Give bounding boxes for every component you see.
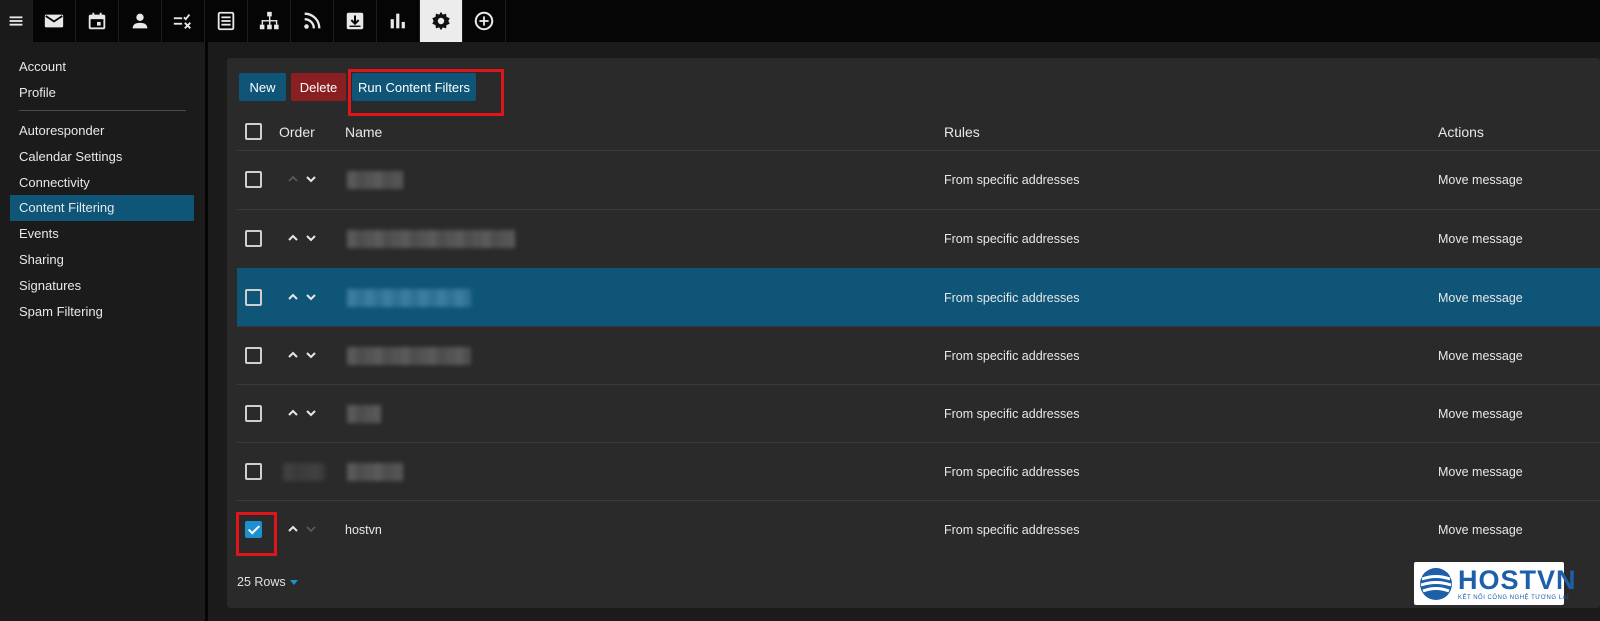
move-up-icon[interactable]	[286, 348, 300, 362]
row-checkbox[interactable]	[245, 171, 262, 188]
rule-cell: From specific addresses	[944, 291, 1080, 305]
sidebar-item-calendar-settings[interactable]: Calendar Settings	[10, 144, 194, 170]
mail-icon[interactable]	[33, 0, 76, 42]
move-up-icon[interactable]	[286, 290, 300, 304]
row-checkbox[interactable]	[245, 347, 262, 364]
content-filter-panel: New Delete Run Content Filters Order Nam…	[227, 58, 1600, 608]
table-row-selected[interactable]: From specific addresses Move message	[237, 268, 1600, 326]
sidebar-item-signatures[interactable]: Signatures	[10, 273, 194, 299]
move-up-icon[interactable]	[286, 406, 300, 420]
sidebar-item-sharing[interactable]: Sharing	[10, 247, 194, 273]
column-header-order[interactable]: Order	[279, 124, 315, 140]
sidebar-item-autoresponder[interactable]: Autoresponder	[10, 118, 194, 144]
sidebar-item-spam-filtering[interactable]: Spam Filtering	[10, 299, 194, 325]
logo-tagline: KẾT NỐI CÔNG NGHỆ TƯƠNG LAI	[1458, 595, 1570, 601]
sidebar-item-connectivity[interactable]: Connectivity	[10, 170, 194, 196]
table-row[interactable]: From specific addresses Move message	[237, 150, 1600, 208]
table-row[interactable]: From specific addresses Move message	[237, 209, 1600, 267]
action-cell: Move message	[1438, 232, 1523, 246]
notes-icon[interactable]	[205, 0, 248, 42]
menu-icon[interactable]	[0, 0, 33, 42]
download-icon[interactable]	[334, 0, 377, 42]
action-cell: Move message	[1438, 173, 1523, 187]
run-content-filters-button[interactable]: Run Content Filters	[352, 73, 476, 101]
calendar-icon[interactable]	[76, 0, 119, 42]
action-cell: Move message	[1438, 407, 1523, 421]
redacted-name	[347, 289, 471, 307]
redacted-name	[347, 463, 403, 481]
column-header-rules[interactable]: Rules	[944, 124, 980, 140]
move-down-icon[interactable]	[304, 231, 318, 245]
move-up-icon[interactable]	[286, 231, 300, 245]
logo-brand: HOSTVN	[1458, 565, 1577, 595]
sidebar-divider	[19, 110, 186, 111]
top-toolbar	[0, 0, 1600, 42]
sidebar-separator	[205, 42, 208, 621]
sidebar-item-events[interactable]: Events	[10, 221, 194, 247]
rule-cell: From specific addresses	[944, 232, 1080, 246]
redacted-name	[347, 347, 471, 365]
rule-cell: From specific addresses	[944, 465, 1080, 479]
column-header-actions: Actions	[1438, 124, 1484, 140]
settings-sidebar: Account Profile Autoresponder Calendar S…	[0, 42, 205, 621]
sitemap-icon[interactable]	[248, 0, 291, 42]
row-checkbox[interactable]	[245, 463, 262, 480]
move-down-icon	[304, 522, 318, 536]
new-button[interactable]: New	[239, 73, 286, 101]
delete-button[interactable]: Delete	[291, 73, 346, 101]
reports-icon[interactable]	[377, 0, 420, 42]
table-row[interactable]: hostvn From specific addresses Move mess…	[237, 500, 1600, 558]
add-circle-icon[interactable]	[463, 0, 506, 42]
caret-down-icon	[289, 580, 298, 586]
rule-cell: From specific addresses	[944, 349, 1080, 363]
redacted-name	[347, 171, 403, 189]
table-row[interactable]: From specific addresses Move message	[237, 384, 1600, 442]
action-cell: Move message	[1438, 465, 1523, 479]
rss-icon[interactable]	[291, 0, 334, 42]
action-cell: Move message	[1438, 523, 1523, 537]
globe-icon	[1420, 568, 1452, 600]
settings-icon[interactable]	[420, 0, 463, 42]
tasks-icon[interactable]	[162, 0, 205, 42]
redacted-order	[283, 463, 325, 481]
move-down-icon[interactable]	[304, 348, 318, 362]
action-cell: Move message	[1438, 291, 1523, 305]
filter-name: hostvn	[345, 523, 382, 537]
redacted-name	[347, 230, 515, 248]
rows-per-page-label: 25 Rows	[237, 575, 286, 589]
rule-cell: From specific addresses	[944, 523, 1080, 537]
column-header-name[interactable]: Name	[345, 124, 382, 140]
action-cell: Move message	[1438, 349, 1523, 363]
table-row[interactable]: From specific addresses Move message	[237, 442, 1600, 500]
rule-cell: From specific addresses	[944, 173, 1080, 187]
select-all-checkbox[interactable]	[245, 123, 262, 140]
row-checkbox[interactable]	[245, 230, 262, 247]
row-checkbox[interactable]	[245, 289, 262, 306]
row-checkbox[interactable]	[245, 405, 262, 422]
sidebar-item-profile[interactable]: Profile	[10, 80, 194, 106]
contacts-icon[interactable]	[119, 0, 162, 42]
sidebar-item-account[interactable]: Account	[10, 54, 194, 80]
move-up-icon[interactable]	[286, 522, 300, 536]
sidebar-item-content-filtering[interactable]: Content Filtering	[10, 195, 194, 221]
move-down-icon[interactable]	[304, 406, 318, 420]
move-down-icon[interactable]	[304, 172, 318, 186]
row-checkbox-checked[interactable]	[245, 521, 262, 538]
rule-cell: From specific addresses	[944, 407, 1080, 421]
move-down-icon[interactable]	[304, 290, 318, 304]
hostvn-logo: HOSTVN KẾT NỐI CÔNG NGHỆ TƯƠNG LAI	[1414, 562, 1576, 605]
rows-per-page-selector[interactable]: 25 Rows	[237, 575, 298, 589]
redacted-name	[347, 405, 381, 423]
table-row[interactable]: From specific addresses Move message	[237, 326, 1600, 384]
move-up-icon	[286, 172, 300, 186]
